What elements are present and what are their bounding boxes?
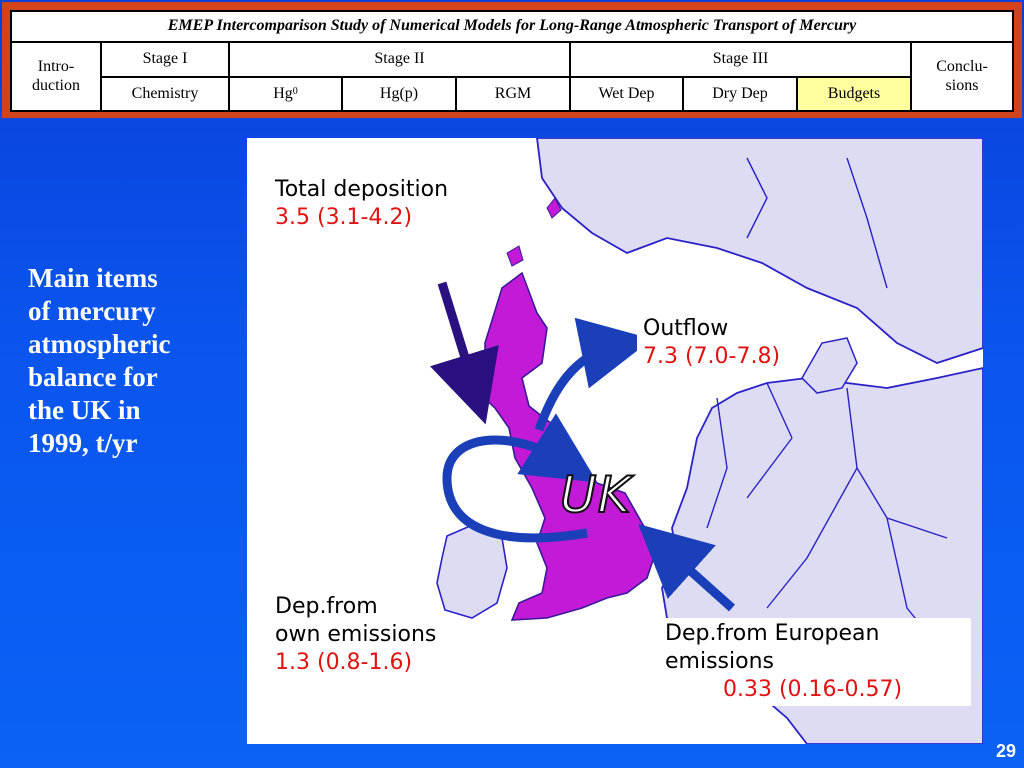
own-emissions-title-line1: Dep.from <box>275 594 378 619</box>
map-panel: Total deposition 3.5 (3.1-4.2) Outflow 7… <box>247 138 983 744</box>
own-emissions-label: Dep.from own emissions 1.3 (0.8-1.6) <box>275 593 436 677</box>
page-number: 29 <box>995 741 1016 761</box>
nav-hgp[interactable]: Hg(p) <box>343 78 455 110</box>
uk-country-label: UK <box>559 465 632 525</box>
nav-chemistry[interactable]: Chemistry <box>102 78 228 110</box>
description-line-4: balance for <box>28 362 158 392</box>
nav-hg0-superscript: 0 <box>292 86 298 98</box>
outflow-arrow <box>534 317 653 432</box>
total-deposition-value: 3.5 (3.1-4.2) <box>275 205 413 230</box>
nav-introduction-line1: Intro- <box>37 58 75 76</box>
outflow-title: Outflow <box>643 316 729 341</box>
northern-isles <box>506 197 562 267</box>
description-line-2: of mercury <box>28 296 156 326</box>
european-emissions-title-line2: emissions <box>665 649 774 674</box>
nav-introduction[interactable]: Intro- duction <box>12 43 100 110</box>
nav-hg0[interactable]: Hg 0 <box>230 78 341 110</box>
total-deposition-label: Total deposition 3.5 (3.1-4.2) <box>275 176 448 232</box>
navigation-frame: EMEP Intercomparison Study of Numerical … <box>2 2 1022 118</box>
total-deposition-title: Total deposition <box>275 177 449 202</box>
nav-wet-dep[interactable]: Wet Dep <box>571 78 682 110</box>
nav-conclusions-line2: sions <box>945 76 979 94</box>
nav-conclusions[interactable]: Conclu- sions <box>912 43 1012 110</box>
slide-description: Main items of mercury atmospheric balanc… <box>28 262 238 460</box>
navigation-table: EMEP Intercomparison Study of Numerical … <box>10 10 1014 112</box>
presentation-title: EMEP Intercomparison Study of Numerical … <box>12 12 1012 41</box>
european-emissions-label: Dep.from European emissions 0.33 (0.16-0… <box>659 618 971 706</box>
european-emissions-value: 0.33 (0.16-0.57) <box>723 677 903 702</box>
nav-budgets[interactable]: Budgets <box>798 78 910 110</box>
description-line-3: atmospheric <box>28 329 171 359</box>
european-emissions-title-line1: Dep.from European <box>665 621 880 646</box>
total-deposition-arrow <box>429 281 499 425</box>
nav-dry-dep[interactable]: Dry Dep <box>684 78 796 110</box>
nav-stage-2[interactable]: Stage II <box>230 43 569 76</box>
nav-introduction-line2: duction <box>32 76 80 94</box>
nav-stage-1[interactable]: Stage I <box>102 43 228 76</box>
description-line-1: Main items <box>28 263 158 293</box>
nav-hg0-text: Hg <box>273 84 293 102</box>
description-line-5: the UK in <box>28 395 141 425</box>
own-emissions-value: 1.3 (0.8-1.6) <box>275 650 413 675</box>
description-line-6: 1999, t/yr <box>28 428 138 458</box>
outflow-value: 7.3 (7.0-7.8) <box>643 344 781 369</box>
nav-conclusions-line1: Conclu- <box>936 58 988 76</box>
nav-stage-3[interactable]: Stage III <box>571 43 910 76</box>
outflow-label: Outflow 7.3 (7.0-7.8) <box>637 313 787 373</box>
nav-rgm[interactable]: RGM <box>457 78 569 110</box>
own-emissions-title-line2: own emissions <box>275 622 437 647</box>
